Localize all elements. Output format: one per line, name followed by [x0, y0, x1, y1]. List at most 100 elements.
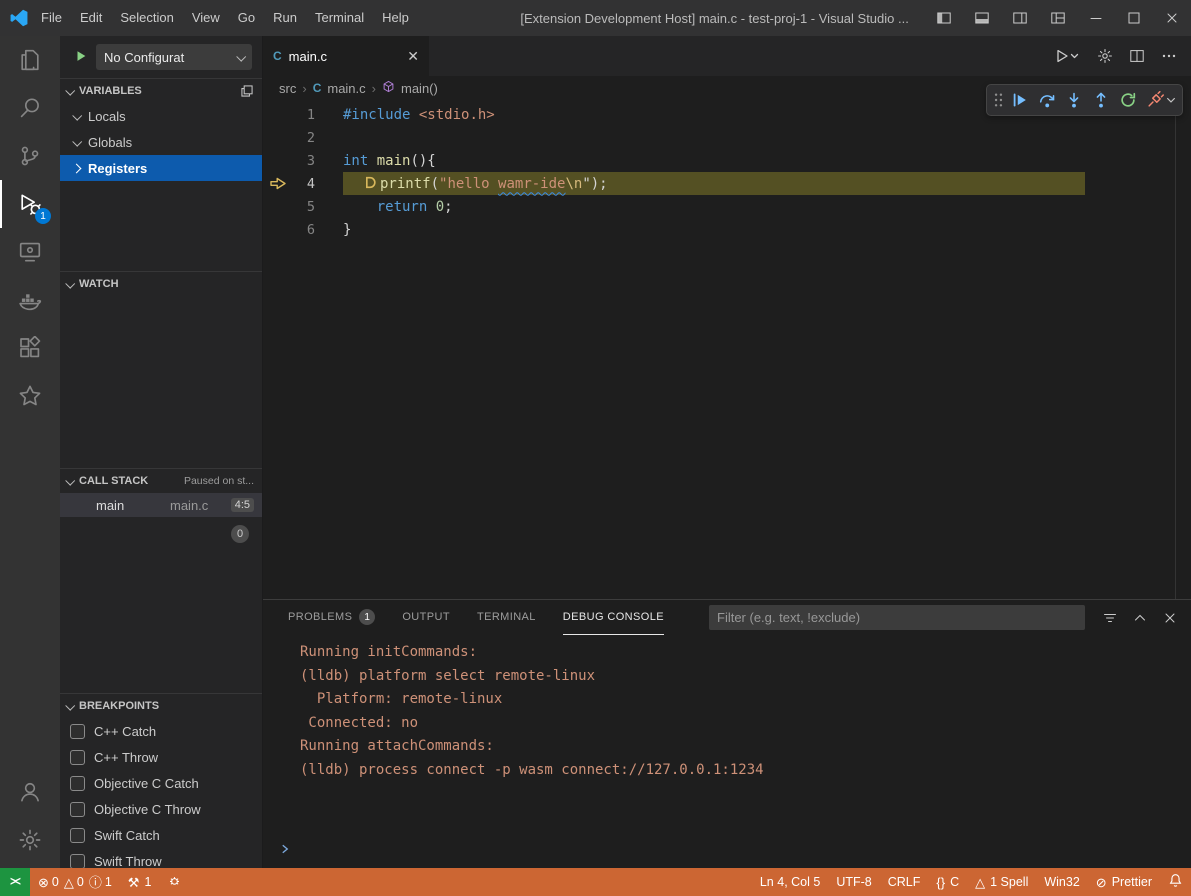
breakpoint-c-throw[interactable]: C++ Throw: [60, 744, 262, 770]
breakpoint-c-catch[interactable]: C++ Catch: [60, 718, 262, 744]
menu-edit[interactable]: Edit: [71, 0, 111, 36]
console-prompt-icon[interactable]: [279, 842, 291, 860]
drag-grip-icon[interactable]: [991, 87, 1006, 113]
cursor-position[interactable]: Ln 4, Col 5: [752, 868, 828, 896]
debug-console-output[interactable]: Running initCommands:(lldb) platform sel…: [263, 635, 1191, 868]
activity-docker-icon[interactable]: [0, 276, 60, 324]
activity-star-icon[interactable]: [0, 372, 60, 420]
maximize-icon[interactable]: [1115, 0, 1153, 36]
code-line-5[interactable]: 5 return 0;: [263, 195, 1191, 218]
code-editor[interactable]: 1#include <stdio.h>23int main(){4printf(…: [263, 100, 1191, 599]
start-debugging-icon[interactable]: [74, 49, 88, 66]
menu-help[interactable]: Help: [373, 0, 418, 36]
panel-tab-problems[interactable]: PROBLEMS1: [288, 600, 375, 635]
run-or-debug-icon[interactable]: [1055, 48, 1081, 64]
customize-layout-icon[interactable]: [1039, 0, 1077, 36]
menu-terminal[interactable]: Terminal: [306, 0, 373, 36]
checkbox-unchecked[interactable]: [70, 854, 85, 869]
call-stack-frame[interactable]: mainmain.c4:5: [60, 493, 262, 517]
close-icon[interactable]: [1153, 0, 1191, 36]
problems-status[interactable]: ⊗0 △0 ⓘ1: [30, 868, 120, 896]
breakpoint-swift-catch[interactable]: Swift Catch: [60, 822, 262, 848]
console-filter-input[interactable]: [709, 605, 1085, 630]
bell-icon: [1168, 873, 1183, 891]
toggle-primary-sidebar-icon[interactable]: [925, 0, 963, 36]
collapse-all-icon[interactable]: [240, 84, 254, 98]
panel-tab-output[interactable]: OUTPUT: [402, 600, 450, 635]
activity-files-icon[interactable]: [0, 36, 60, 84]
step-over-icon[interactable]: [1034, 87, 1060, 113]
variables-header[interactable]: VARIABLES: [60, 79, 262, 103]
spell-status[interactable]: △ 1 Spell: [967, 868, 1036, 896]
menu-run[interactable]: Run: [264, 0, 306, 36]
console-line: (lldb) platform select remote-linux: [300, 665, 1191, 689]
window-title: [Extension Development Host] main.c - te…: [520, 11, 908, 26]
chevron-down-icon[interactable]: [1164, 87, 1178, 113]
more-actions-icon[interactable]: [1161, 48, 1177, 64]
tasks-status[interactable]: ⚒ 1: [120, 868, 160, 896]
gear-icon[interactable]: [1097, 48, 1113, 64]
call-stack-header[interactable]: CALL STACK Paused on st...: [60, 469, 262, 493]
notifications-bell[interactable]: [1160, 868, 1191, 896]
activity-extensions-icon[interactable]: [0, 324, 60, 372]
breadcrumb-file[interactable]: main.c: [327, 81, 365, 96]
toggle-secondary-sidebar-icon[interactable]: [1001, 0, 1039, 36]
toggle-panel-icon[interactable]: [963, 0, 1001, 36]
debug-config-dropdown[interactable]: No Configurat: [96, 44, 252, 70]
watch-header[interactable]: WATCH: [60, 272, 262, 296]
activity-search-icon[interactable]: [0, 84, 60, 132]
variables-item-registers[interactable]: Registers: [60, 155, 262, 181]
maximize-panel-icon[interactable]: [1129, 607, 1151, 629]
activity-top: 1: [0, 36, 60, 420]
checkbox-unchecked[interactable]: [70, 750, 85, 765]
breakpoints-header[interactable]: BREAKPOINTS: [60, 694, 262, 718]
activity-remote-explorer-icon[interactable]: [0, 228, 60, 276]
code-line-3[interactable]: 3int main(){: [263, 149, 1191, 172]
code-line-2[interactable]: 2: [263, 126, 1191, 149]
menu-go[interactable]: Go: [229, 0, 264, 36]
split-editor-icon[interactable]: [1129, 48, 1145, 64]
activity-settings-gear-icon[interactable]: [0, 816, 60, 864]
tab-main-c[interactable]: C main.c ✕: [263, 36, 429, 76]
eol-status[interactable]: CRLF: [880, 868, 929, 896]
panel-tab-debug-console[interactable]: DEBUG CONSOLE: [563, 600, 664, 635]
close-panel-icon[interactable]: [1159, 607, 1181, 629]
remote-indicator[interactable]: ><: [0, 868, 30, 896]
panel-header: PROBLEMS1 OUTPUT TERMINAL DEBUG CONSOLE: [263, 600, 1191, 635]
checkbox-unchecked[interactable]: [70, 802, 85, 817]
checkbox-unchecked[interactable]: [70, 724, 85, 739]
activity-source-control-icon[interactable]: [0, 132, 60, 180]
panel-tab-terminal[interactable]: TERMINAL: [477, 600, 536, 635]
debug-status[interactable]: [159, 868, 190, 896]
breadcrumb-folder[interactable]: src: [279, 81, 296, 96]
breadcrumb-symbol[interactable]: main(): [401, 81, 438, 96]
step-out-icon[interactable]: [1088, 87, 1114, 113]
restart-icon[interactable]: [1115, 87, 1141, 113]
code-line-4[interactable]: 4printf("hello wamr-ide\n");: [263, 172, 1191, 195]
code-line-6[interactable]: 6}: [263, 218, 1191, 241]
menu-file[interactable]: File: [32, 0, 71, 36]
menu-selection[interactable]: Selection: [111, 0, 182, 36]
continue-icon[interactable]: [1007, 87, 1033, 113]
platform-status[interactable]: Win32: [1036, 868, 1087, 896]
variables-item-locals[interactable]: Locals: [60, 103, 262, 129]
breakpoint-objective-c-catch[interactable]: Objective C Catch: [60, 770, 262, 796]
step-into-icon[interactable]: [1061, 87, 1087, 113]
activity-run-and-debug-icon[interactable]: 1: [0, 180, 60, 228]
breakpoint-objective-c-throw[interactable]: Objective C Throw: [60, 796, 262, 822]
prettier-status[interactable]: ⊘ Prettier: [1088, 868, 1160, 896]
inline-breakpoint-icon[interactable]: [343, 176, 380, 189]
close-tab-icon[interactable]: ✕: [407, 48, 419, 65]
checkbox-unchecked[interactable]: [70, 776, 85, 791]
chevron-down-icon: [72, 136, 82, 146]
variables-item-globals[interactable]: Globals: [60, 129, 262, 155]
line-number: 1: [293, 107, 315, 123]
list-filter-icon[interactable]: [1099, 607, 1121, 629]
language-mode[interactable]: {} C: [928, 868, 967, 896]
checkbox-unchecked[interactable]: [70, 828, 85, 843]
encoding-status[interactable]: UTF-8: [828, 868, 879, 896]
menu-view[interactable]: View: [183, 0, 229, 36]
minimize-icon[interactable]: [1077, 0, 1115, 36]
current-frame-arrow-icon[interactable]: [263, 176, 293, 191]
activity-account-icon[interactable]: [0, 768, 60, 816]
